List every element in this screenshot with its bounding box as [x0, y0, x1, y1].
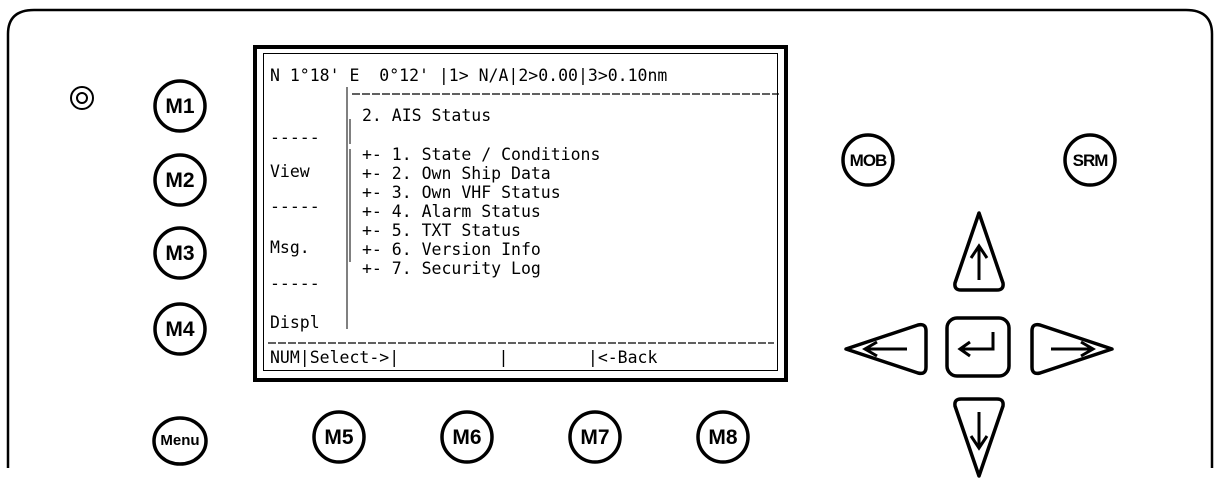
menu-item[interactable]: +- 3. Own VHF Status — [362, 183, 561, 202]
menu-item[interactable]: +- 1. State / Conditions — [362, 145, 600, 164]
m7-button[interactable]: M7 — [571, 426, 619, 450]
softkey-bottom-bar: NUM|Select->| | |<-Back — [270, 348, 658, 367]
m5-button[interactable]: M5 — [315, 426, 363, 450]
softkey-m4-label[interactable]: Displ — [270, 313, 320, 332]
lcd-display-area: N 1°18' E 0°12' |1> N/A|2>0.00|3>0.10nm … — [263, 53, 779, 371]
menu-button[interactable]: Menu — [154, 432, 206, 449]
m1-button[interactable]: M1 — [156, 95, 204, 119]
lcd-screen: N 1°18' E 0°12' |1> N/A|2>0.00|3>0.10nm … — [253, 45, 788, 382]
m2-button[interactable]: M2 — [156, 169, 204, 193]
mob-button[interactable]: MOB — [844, 151, 892, 171]
softkey-m1-divider: ----- — [270, 128, 320, 147]
menu-item[interactable]: +- 4. Alarm Status — [362, 202, 541, 221]
left-arrow-icon[interactable] — [846, 323, 927, 375]
down-arrow-icon[interactable] — [953, 398, 1005, 476]
menu-title: 2. AIS Status — [362, 106, 492, 125]
softkey-divider: ----- — [270, 197, 320, 216]
softkey-divider: ----- — [270, 274, 320, 293]
menu-item[interactable]: +- 7. Security Log — [362, 259, 541, 278]
m6-button[interactable]: M6 — [443, 426, 491, 450]
m4-button[interactable]: M4 — [156, 318, 204, 342]
softkey-m3-label[interactable]: Msg. — [270, 238, 310, 257]
softkey-m2-label[interactable]: View — [270, 162, 310, 181]
m8-button[interactable]: M8 — [699, 426, 747, 450]
enter-arrow-icon[interactable] — [947, 318, 1009, 376]
menu-item[interactable]: +- 6. Version Info — [362, 240, 541, 259]
right-arrow-icon[interactable] — [1031, 323, 1112, 375]
m3-button[interactable]: M3 — [156, 242, 204, 266]
srm-button[interactable]: SRM — [1066, 151, 1114, 171]
up-arrow-icon[interactable] — [953, 213, 1005, 291]
menu-item[interactable]: +- 5. TXT Status — [362, 221, 521, 240]
menu-item[interactable]: +- 2. Own Ship Data — [362, 164, 551, 183]
